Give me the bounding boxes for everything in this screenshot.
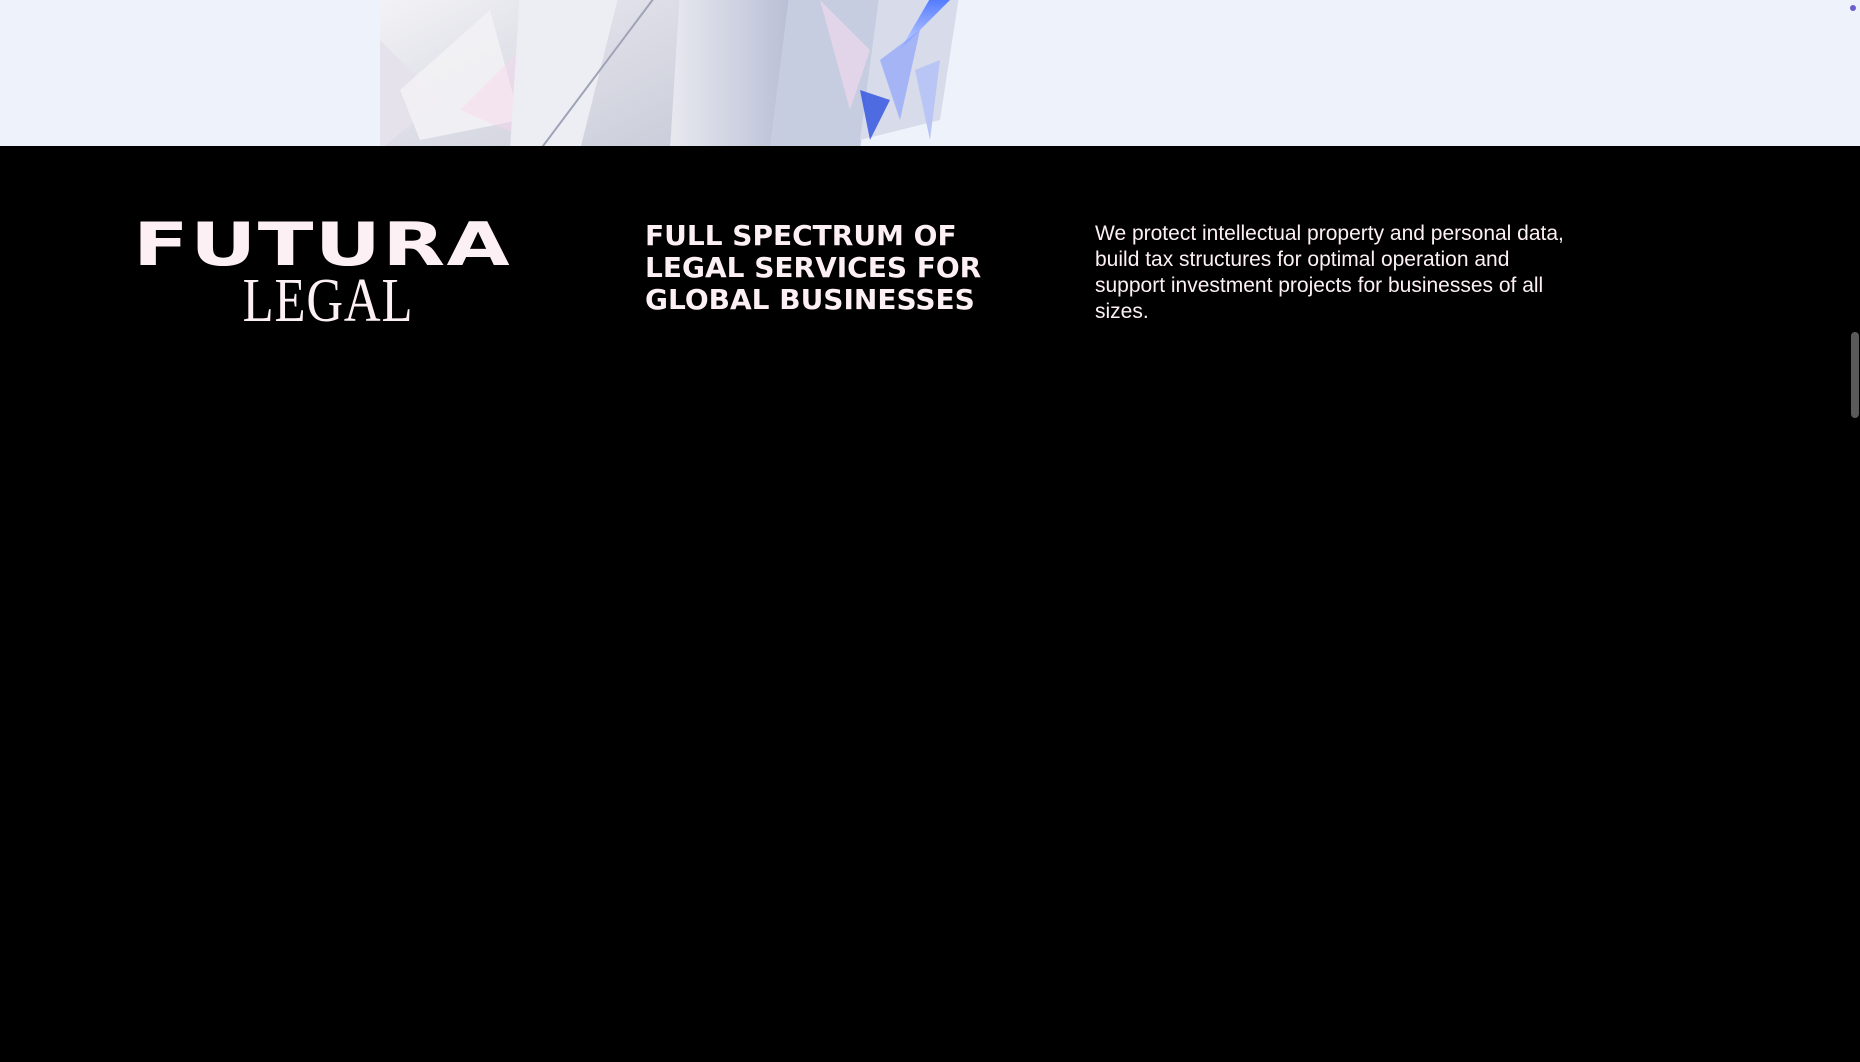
logo-wordmark-bottom: LEGAL [242, 267, 414, 335]
footer-description: We protect intellectual property and per… [1095, 222, 1564, 323]
logo-wordmark-top: FUTURA [133, 210, 512, 280]
vertical-scrollbar[interactable] [1848, 0, 1860, 1062]
crystal-image [380, 0, 959, 146]
hero-image-band [0, 0, 1860, 146]
footer-headline: FULL SPECTRUM OF LEGAL SERVICES FOR GLOB… [645, 219, 982, 316]
page: FUTURA LEGAL FULL SPECTRUM OF LEGAL SERV… [0, 0, 1860, 1062]
footer-section: FUTURA LEGAL FULL SPECTRUM OF LEGAL SERV… [0, 146, 1860, 1062]
scrollbar-thumb[interactable] [1851, 332, 1859, 418]
futura-legal-logo[interactable]: FUTURA LEGAL [133, 215, 523, 335]
